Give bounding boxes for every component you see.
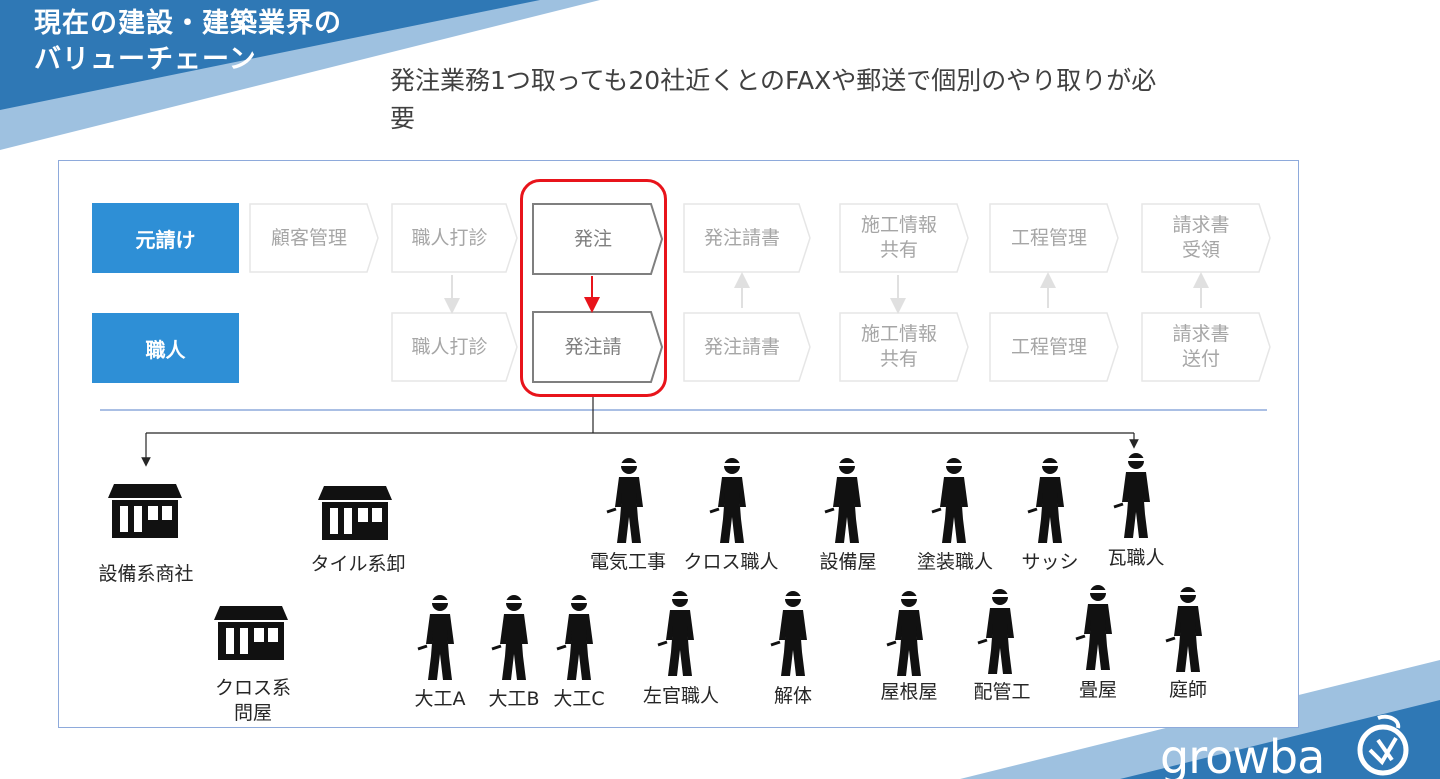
worker-icon [1027, 458, 1064, 543]
process-bottom-invoice-send: 請求書 送付 [1141, 312, 1271, 382]
process-top-order-ack: 発注請書 [683, 203, 811, 273]
process-top-candidate: 職人打診 [391, 203, 518, 273]
worker-label: 解体 [773, 685, 812, 707]
worker-icon [886, 591, 923, 676]
process-label: 施工情報 共有 [860, 323, 937, 370]
order-highlight [520, 179, 667, 397]
worker-label: クロス職人 [683, 551, 779, 573]
slide: 現在の建設・建築業界の バリューチェーン 発注業務1つ取っても20社近くとのFA… [0, 0, 1440, 779]
worker-icon [709, 458, 746, 543]
process-label: 顧客管理 [270, 226, 347, 249]
worker-label: 瓦職人 [1107, 547, 1165, 569]
worker-icon [770, 591, 807, 676]
process-label: 請求書 受領 [1172, 214, 1230, 261]
supplier-label: クロス系 問屋 [214, 677, 291, 724]
worker-icon [931, 458, 968, 543]
page-title: 現在の建設・建築業界の バリューチェーン [34, 8, 342, 75]
page-subtitle: 発注業務1つ取っても20社近くとのFAXや郵送で個別のやり取りが必要 [390, 66, 1157, 133]
growba-logo: growba [1160, 730, 1325, 779]
process-label: 施工情報 共有 [860, 214, 937, 261]
logo-mark-icon [1357, 714, 1409, 776]
process-label: 請求書 送付 [1172, 323, 1230, 370]
shop-icon [108, 484, 182, 538]
role-motouke: 元請け [92, 203, 239, 273]
worker-icon [1075, 585, 1112, 670]
process-top-customer: 顧客管理 [249, 203, 379, 273]
process-label: 工程管理 [1010, 335, 1087, 358]
worker-icon [491, 595, 528, 680]
worker-icon [977, 589, 1014, 674]
supplier-label: タイル系卸 [310, 553, 406, 575]
shop-icon [214, 606, 288, 660]
shop-icon [318, 486, 392, 540]
worker-label: 左官職人 [642, 685, 719, 707]
worker-icon [1165, 587, 1202, 672]
supplier-label: 設備系商社 [98, 563, 194, 585]
process-bottom-order-ack: 発注請書 [683, 312, 811, 382]
process-top-schedule: 工程管理 [989, 203, 1119, 273]
process-label: 職人打診 [411, 335, 488, 358]
process-label: 発注請書 [703, 335, 780, 358]
worker-icon [824, 458, 861, 543]
worker-icon [556, 595, 593, 680]
process-top-info-share: 施工情報 共有 [839, 203, 969, 273]
worker-icon [1113, 453, 1150, 538]
worker-icon [417, 595, 454, 680]
worker-label: 電気工事 [589, 551, 666, 573]
process-top-invoice-receive: 請求書 受領 [1141, 203, 1271, 273]
worker-label: 設備屋 [819, 551, 877, 573]
process-label: 発注請書 [703, 226, 780, 249]
role-shokunin: 職人 [92, 313, 239, 383]
process-bottom-info-share: 施工情報 共有 [839, 312, 969, 382]
process-bottom-schedule: 工程管理 [989, 312, 1119, 382]
worker-icon [657, 591, 694, 676]
worker-icon [606, 458, 643, 543]
worker-label: 庭師 [1168, 679, 1207, 701]
process-bottom-candidate: 職人打診 [391, 312, 518, 382]
process-label: 職人打診 [411, 226, 488, 249]
process-label: 工程管理 [1010, 226, 1087, 249]
